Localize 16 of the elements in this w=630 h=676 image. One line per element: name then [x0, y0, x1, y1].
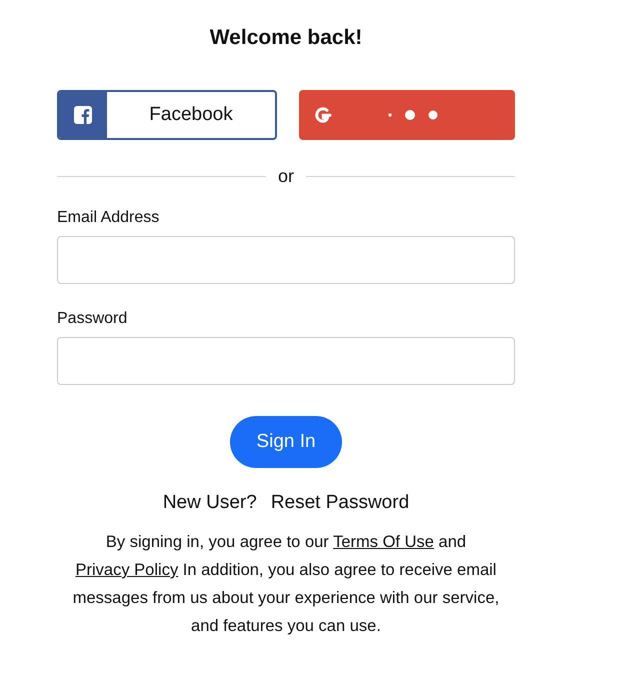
input-field[interactable]	[57, 236, 515, 284]
legal-text: By signing in, you agree to our Terms Of Use and Privacy Policy In addition, you also agree to receive email messages from us about your experience with our service, and features you can use.	[72, 532, 500, 637]
google-icon	[313, 105, 333, 125]
link[interactable]: Reset Password	[270, 492, 410, 514]
facebook-icon	[74, 106, 92, 124]
link[interactable]: New User?	[162, 492, 257, 514]
sign-in-button[interactable]: Sign In	[230, 416, 342, 468]
divider-label: or	[278, 166, 294, 187]
google-button[interactable]	[299, 90, 515, 140]
link[interactable]: Privacy Policy	[76, 561, 178, 579]
facebook-button[interactable]: Facebook	[57, 90, 277, 140]
page-title: Welcome back!	[208, 26, 364, 50]
field-label: Password	[57, 310, 128, 328]
link[interactable]: Terms Of Use	[333, 533, 434, 551]
field-label: Email Address	[57, 209, 160, 227]
input-field[interactable]	[57, 337, 515, 385]
